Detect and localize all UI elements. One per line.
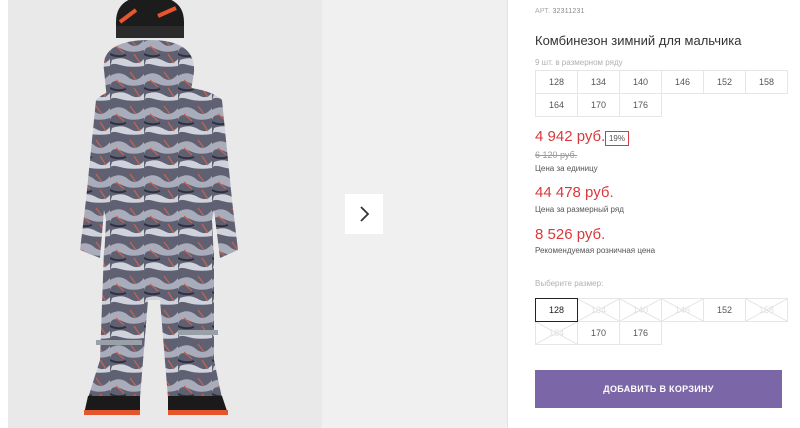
old-price: 6 120 руб. <box>535 150 578 160</box>
recommended-price: 8 526 руб. <box>535 226 606 243</box>
size-option-158: 158 <box>745 298 788 322</box>
size-option-label: 170 <box>590 328 607 338</box>
size-option-152[interactable]: 152 <box>703 298 746 322</box>
size-row-cell: 176 <box>619 93 662 117</box>
size-row-cell: 128 <box>535 70 578 94</box>
article-number: АРТ. 32311231 <box>535 8 585 15</box>
size-option-134: 134 <box>577 298 620 322</box>
product-title: Комбинезон зимний для мальчика <box>535 33 742 48</box>
size-option-label: 152 <box>716 305 733 315</box>
size-row-grid: 128 134 140 146 152 158 164 170 176 <box>535 70 788 117</box>
size-option-176[interactable]: 176 <box>619 321 662 345</box>
size-row-cell: 152 <box>703 70 746 94</box>
unit-price: 4 942 руб. <box>535 128 606 145</box>
size-row-price-caption: Цена за размерный ряд <box>535 205 624 214</box>
size-picker: 128 134 140 146 152 158 164 170 176 <box>535 298 788 345</box>
size-row-cell: 134 <box>577 70 620 94</box>
size-option-label: 128 <box>548 305 565 315</box>
article-label: АРТ. <box>535 8 551 15</box>
size-option-146: 146 <box>661 298 704 322</box>
product-photo-illustration <box>80 0 238 415</box>
size-row-cell: 146 <box>661 70 704 94</box>
size-row-cell: 164 <box>535 93 578 117</box>
size-option-140: 140 <box>619 298 662 322</box>
article-value: 32311231 <box>552 8 585 15</box>
unavailable-cross-icon <box>536 322 577 344</box>
size-row-cell: 140 <box>619 70 662 94</box>
size-picker-caption: Выберите размер: <box>535 279 604 288</box>
size-option-170[interactable]: 170 <box>577 321 620 345</box>
size-option-label: 176 <box>632 328 649 338</box>
product-image <box>8 0 322 428</box>
unavailable-cross-icon <box>578 299 619 321</box>
size-row-cell: 158 <box>745 70 788 94</box>
size-option-128[interactable]: 128 <box>535 298 578 322</box>
unavailable-cross-icon <box>662 299 703 321</box>
unit-price-caption: Цена за единицу <box>535 164 598 173</box>
gallery-next-button[interactable] <box>345 194 383 234</box>
add-to-cart-button[interactable]: ДОБАВИТЬ В КОРЗИНУ <box>535 370 782 408</box>
recommended-price-caption: Рекомендуемая розничная цена <box>535 246 656 255</box>
chevron-right-icon <box>360 206 370 222</box>
unavailable-cross-icon <box>620 299 661 321</box>
product-info: АРТ. 32311231 Комбинезон зимний для маль… <box>508 0 800 428</box>
size-row-price: 44 478 руб. <box>535 184 614 201</box>
size-row-caption: 9 шт. в размерном ряду <box>535 58 623 67</box>
discount-badge: 19% <box>605 131 629 146</box>
size-row-cell: 170 <box>577 93 620 117</box>
unavailable-cross-icon <box>746 299 787 321</box>
size-option-164: 164 <box>535 321 578 345</box>
